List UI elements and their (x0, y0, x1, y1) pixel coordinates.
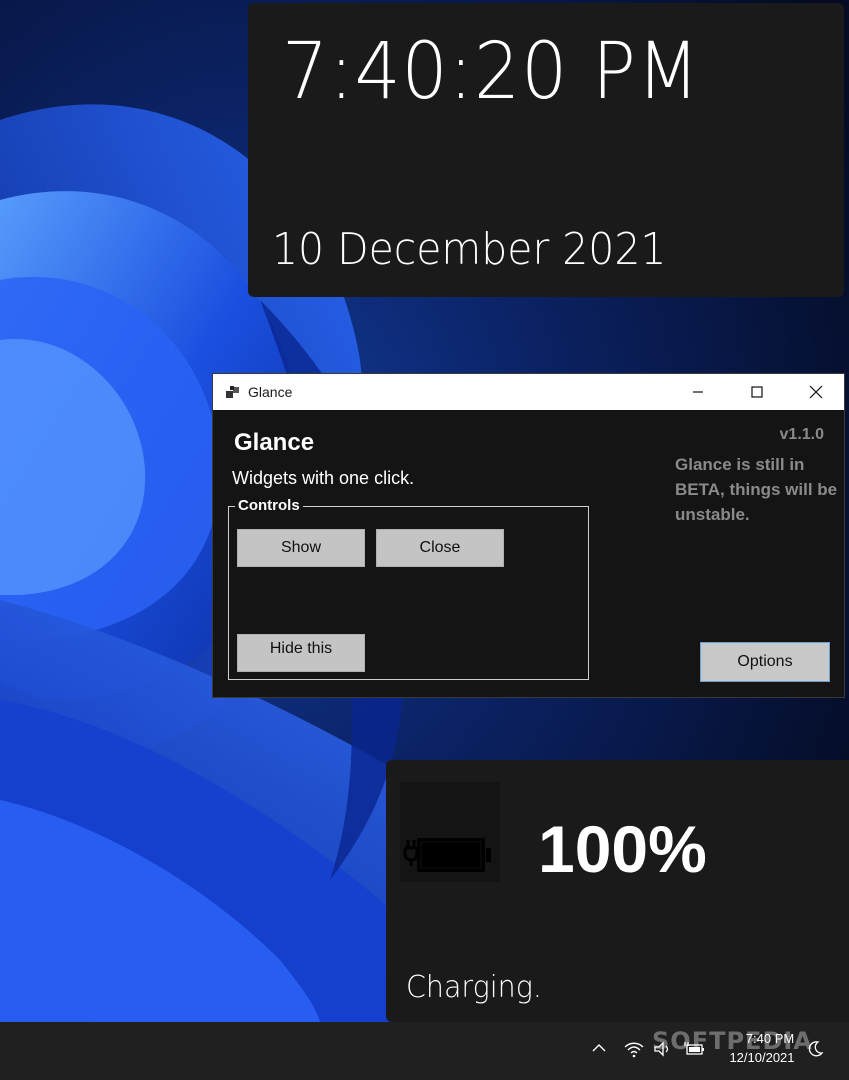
beta-note-line: unstable. (675, 505, 750, 524)
beta-note: Glance is still in BETA, things will be … (675, 452, 847, 527)
battery-percent: 100% (538, 812, 707, 886)
wifi-icon[interactable] (624, 1040, 644, 1062)
minimize-icon (693, 391, 703, 393)
chevron-up-icon[interactable] (591, 1040, 607, 1060)
controls-group: Controls Show Close Hide this (228, 497, 589, 680)
glance-window: Glance Glance Widgets with one click. v1… (212, 373, 845, 698)
maximize-icon (751, 386, 763, 398)
app-subtitle: Widgets with one click. (232, 468, 415, 488)
taskbar: SOFTPEDIA 7:40 PM 12/10/2021 (0, 1022, 849, 1080)
clock-date: 10 December 2021 (272, 224, 667, 275)
maximize-button[interactable] (734, 374, 780, 410)
version-label: v1.1.0 (779, 426, 824, 443)
app-heading: Glance (234, 429, 315, 456)
taskbar-time[interactable]: 7:40 PM (730, 1031, 810, 1046)
close-widgets-button[interactable]: Close (376, 529, 504, 567)
window-titlebar[interactable]: Glance (213, 374, 844, 410)
beta-note-line: BETA, things will be (675, 480, 838, 499)
clock-widget: 7:40:20 PM 10 December 2021 (248, 3, 844, 297)
close-window-button[interactable] (793, 374, 839, 410)
minimize-button[interactable] (675, 374, 721, 410)
battery-widget: 100% Charging. (386, 760, 849, 1022)
clock-time: 7:40:20 PM (282, 27, 701, 117)
battery-charging-icon (400, 782, 500, 882)
glance-app-icon (225, 384, 241, 400)
volume-icon[interactable] (653, 1040, 671, 1062)
battery-icon[interactable] (684, 1040, 706, 1062)
window-title: Glance (248, 384, 293, 400)
taskbar-date[interactable]: 12/10/2021 (720, 1050, 804, 1065)
options-button[interactable]: Options (700, 642, 830, 682)
beta-note-line: Glance is still in (675, 455, 805, 474)
controls-legend: Controls (235, 497, 303, 514)
show-button[interactable]: Show (237, 529, 365, 567)
hide-this-button[interactable]: Hide this (237, 634, 365, 672)
battery-status: Charging. (406, 970, 542, 1005)
close-icon (809, 385, 823, 399)
notification-moon-icon[interactable] (806, 1040, 824, 1062)
